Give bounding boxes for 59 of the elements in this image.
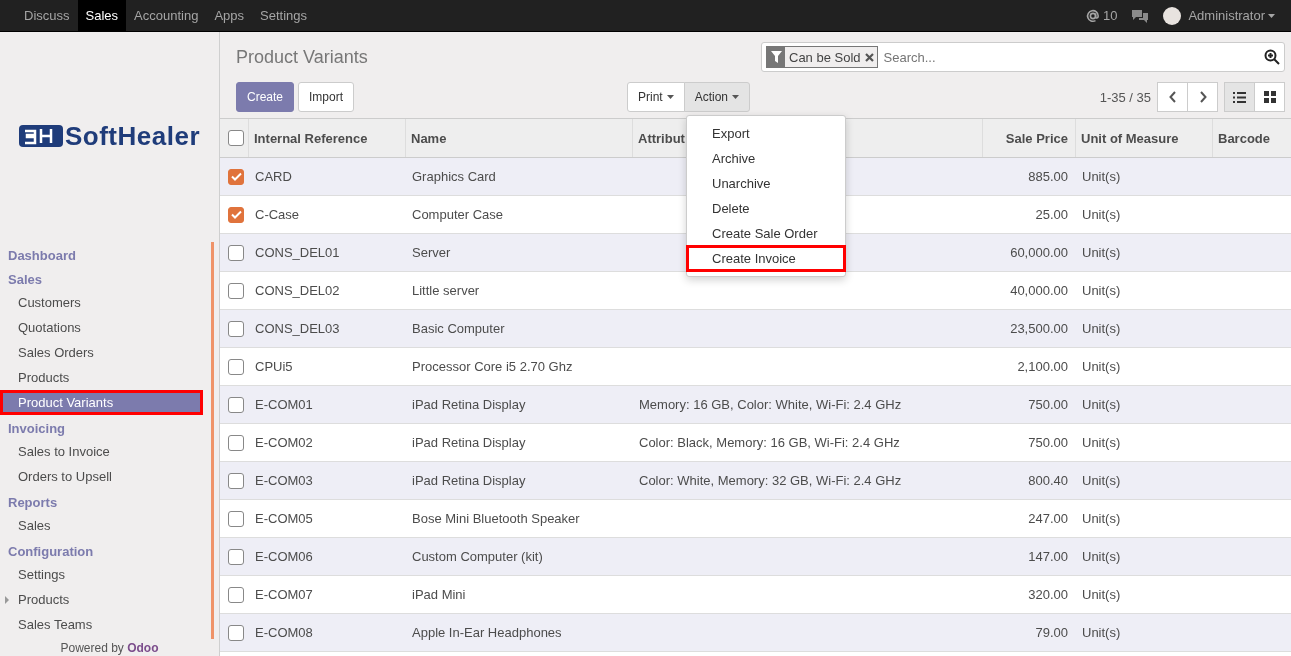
table-cell-text: Graphics Card (411, 168, 497, 186)
table-cell-text: Unit(s) (1081, 320, 1122, 338)
table-cell-text: 750.00 (1027, 396, 1069, 414)
table-cell-text: Unit(s) (1081, 244, 1122, 262)
table-cell-text: Unit(s) (1081, 358, 1122, 376)
table-cell-text: CONS_DEL01 (254, 244, 341, 262)
page-title: Product Variants (236, 46, 368, 68)
table-cell-text: Unit(s) (1081, 548, 1122, 566)
table-cell-text: 79.00 (1034, 624, 1069, 642)
table-cell-text: E-COM01 (254, 396, 314, 414)
table-cell-text: Unit(s) (1081, 624, 1122, 642)
table-cell-text: 2,100.00 (1016, 358, 1069, 376)
table-cell-text: Unit(s) (1081, 510, 1122, 528)
table-cell-text: Bose Mini Bluetooth Speaker (411, 510, 581, 528)
table-cell-text: 40,000.00 (1009, 282, 1069, 300)
table-cell-text: iPad Retina Display (411, 434, 527, 452)
table-cell-text: 247.00 (1027, 510, 1069, 528)
table-cell-text: Unit(s) (1081, 282, 1122, 300)
table-cell-text: Unit(s) (1081, 206, 1122, 224)
table-cell-text: Custom Computer (kit) (411, 548, 544, 566)
table-cell-text: 750.00 (1027, 434, 1069, 452)
table-cell-text: iPad Retina Display (411, 472, 527, 490)
table-cell-text: CONS_DEL02 (254, 282, 341, 300)
table-cell-text: CARD (254, 168, 293, 186)
table-cell-text: iPad Mini (411, 586, 467, 604)
table-cell-text: iPad Retina Display (411, 396, 527, 414)
powered-by-text: Powered by Odoo (60, 641, 159, 655)
table-cell-text: Processor Core i5 2.70 Ghz (411, 358, 574, 376)
logo-text: SoftHealer (64, 120, 200, 152)
table-cell-text: E-COM05 (254, 510, 314, 528)
table-cell-text: 885.00 (1027, 168, 1069, 186)
table-cell-text: Unit(s) (1081, 434, 1122, 452)
table-cell-text: 25.00 (1034, 206, 1069, 224)
table-cell-text: Basic Computer (411, 320, 506, 338)
table-cell-text: 800.40 (1027, 472, 1069, 490)
table-cell-text: Unit(s) (1081, 396, 1122, 414)
table-cell-text: Unit(s) (1081, 586, 1122, 604)
table-cell-text: E-COM06 (254, 548, 314, 566)
table-cell-text: C-Case (254, 206, 301, 224)
table-cell-text: E-COM08 (254, 624, 314, 642)
table-cell-text: Unit(s) (1081, 472, 1122, 490)
table-cell-text: E-COM07 (254, 586, 314, 604)
table-cell-text: 23,500.00 (1009, 320, 1069, 338)
pager-text: 1-35 / 35 (1099, 89, 1151, 105)
table-cell-text: 60,000.00 (1009, 244, 1069, 262)
table-cell-text: Apple In-Ear Headphones (411, 624, 563, 642)
table-cell-text: Unit(s) (1081, 168, 1122, 186)
table-cell-text: 147.00 (1027, 548, 1069, 566)
table-cell-text: Color: Black, Memory: 16 GB, Wi-Fi: 2.4 GHz (638, 434, 901, 452)
table-cell-text: Computer Case (411, 206, 505, 224)
table-cell-text: CONS_DEL03 (254, 320, 341, 338)
table-cell-text: Little server (411, 282, 481, 300)
table-cell-text: Color: White, Memory: 32 GB, Wi-Fi: 2.4 GHz (638, 472, 903, 490)
table-cell-text: CPUi5 (254, 358, 294, 376)
table-cell-text: Server (411, 244, 452, 262)
table-cell-text: Memory: 16 GB, Color: White, Wi-Fi: 2.4 GHz (638, 396, 903, 414)
table-cell-text: E-COM03 (254, 472, 314, 490)
table-cell-text: E-COM02 (254, 434, 314, 452)
table-cell-text: 320.00 (1027, 586, 1069, 604)
